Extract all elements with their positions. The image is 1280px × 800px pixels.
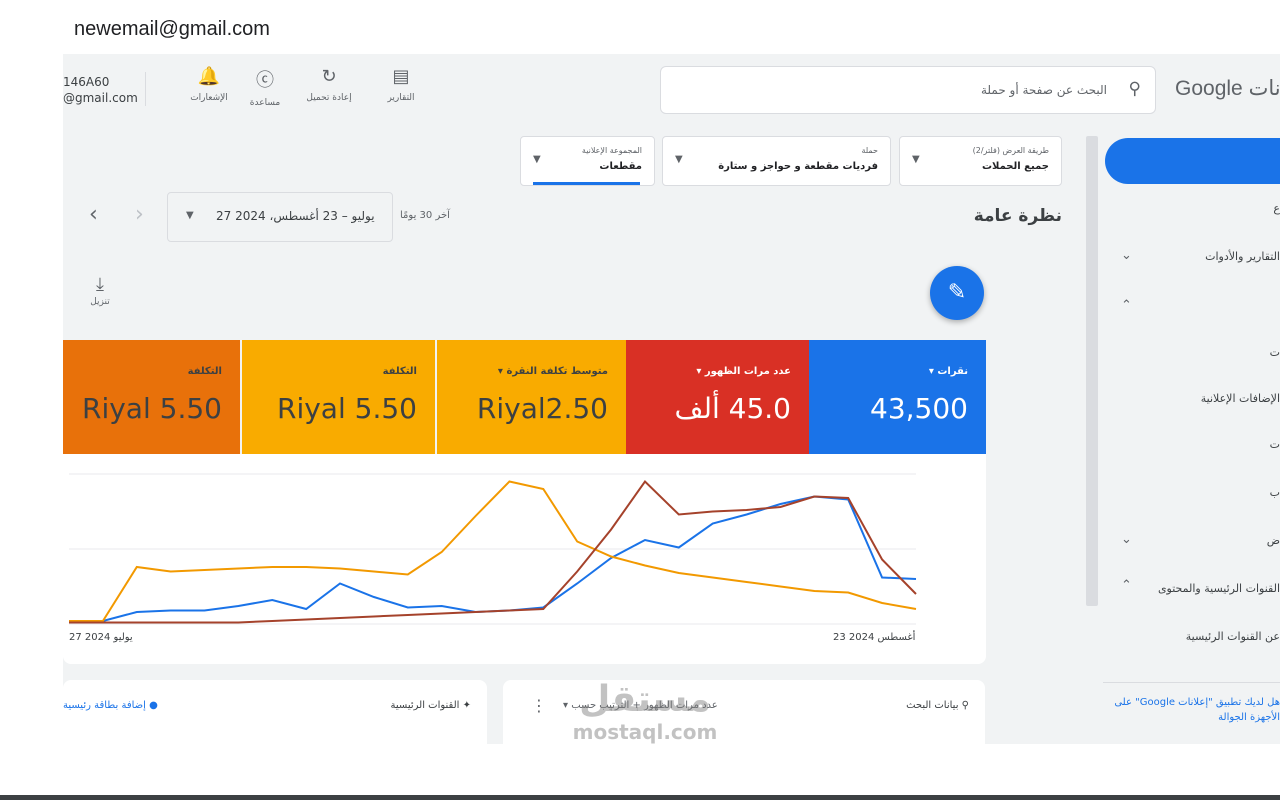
campaign-filter-label: حملة: [861, 146, 878, 155]
watermark: مستقل mostaql.com: [555, 679, 735, 745]
search-icon: ⚲: [1128, 79, 1141, 99]
download-icon: ⤓: [96, 274, 104, 295]
download-button[interactable]: ⤓ تنزيل: [85, 274, 115, 307]
ads-window: 146A60 @gmail.com 🔔 الإشعارات ⓒ مساعدة ↻…: [63, 54, 1280, 744]
account-divider: [145, 72, 146, 106]
nav-item-about-channels[interactable]: عن القنوات الرئيسية: [1186, 630, 1280, 643]
metric-card-clicks[interactable]: نقرات ▾ 43,500: [809, 340, 986, 454]
nav-item-1[interactable]: ع: [1273, 202, 1280, 215]
mobile-app-link[interactable]: هل لديك تطبيق "إعلانات Google" على الأجه…: [1110, 695, 1280, 725]
refresh-icon: ↻: [321, 66, 337, 87]
next-period-button[interactable]: ›: [135, 202, 144, 227]
pencil-icon: ✎: [947, 280, 967, 305]
metric-value: Riyal2.50: [476, 392, 608, 425]
nav-item-5[interactable]: ت: [1270, 438, 1280, 451]
metric-card-avg-cpc[interactable]: متوسط تكلفة النقرة ▾ Riyal2.50: [437, 340, 626, 454]
view-filter-value: جميع الحملات: [981, 161, 1049, 172]
adgroup-underline: [533, 182, 640, 185]
google-ads-logo: Google اعلانات: [1175, 77, 1280, 100]
adgroup-filter-label: المجموعة الإعلانية: [581, 146, 642, 155]
metric-value: 43,500: [870, 392, 968, 425]
adgroup-filter[interactable]: المجموعة الإعلانية مقطعات ▼: [520, 136, 655, 186]
metric-card-cost[interactable]: التكلفة Riyal 5.50: [242, 340, 435, 454]
metric-value: Riyal 5.50: [82, 392, 222, 425]
x-axis-start-label: 27 يوليو 2024: [69, 632, 133, 643]
adgroup-filter-value: مقطعات: [599, 161, 642, 172]
date-range-value: 27 يوليو – 23 أغسطس، 2024: [216, 209, 375, 223]
more-menu-icon[interactable]: ⋮: [531, 696, 547, 715]
dropdown-arrow-icon: ▼: [533, 154, 541, 165]
chevron-down-icon[interactable]: ⌄: [1121, 532, 1132, 547]
nav-item-6[interactable]: ب: [1270, 486, 1280, 499]
view-filter-label: طريقة العرض (فلتر/2): [972, 146, 1049, 155]
dropdown-arrow-icon: ▼: [912, 154, 920, 165]
channels-title: القنوات الرئيسية ✦: [390, 700, 471, 711]
metric-label: نقرات ▾: [928, 366, 968, 377]
edit-fab-button[interactable]: ✎: [930, 266, 984, 320]
x-axis-end-label: 23 أغسطس 2024: [833, 632, 916, 643]
reports-icon: ▤: [392, 66, 410, 87]
help-button[interactable]: ⓒ مساعدة: [235, 66, 295, 108]
search-placeholder: البحث عن صفحة أو حملة: [980, 83, 1107, 97]
notifications-button[interactable]: 🔔 الإشعارات: [179, 66, 239, 103]
help-label: مساعدة: [249, 98, 281, 108]
prev-period-button[interactable]: ‹: [89, 202, 98, 227]
series-line-0: [69, 495, 917, 622]
metric-card-impressions[interactable]: عدد مرات الظهور ▾ 45.0 ألف: [626, 340, 809, 454]
date-range-label: آخر 30 يومًا: [400, 210, 450, 221]
side-nav: ع التقارير والأدوات ⌄ ⌃ ت الإضافات الإعل…: [1086, 130, 1280, 744]
add-circle-icon: ●: [149, 700, 158, 711]
account-id: 146A60: [63, 75, 110, 89]
refresh-button[interactable]: ↻ إعادة تحميل: [299, 66, 359, 103]
nav-item-3[interactable]: ت: [1270, 346, 1280, 359]
date-range-picker[interactable]: 27 يوليو – 23 أغسطس، 2024 ▼: [167, 192, 393, 242]
view-filter[interactable]: طريقة العرض (فلتر/2) جميع الحملات ▼: [899, 136, 1062, 186]
help-icon: ⓒ: [256, 70, 274, 91]
search-icon: ⚲: [961, 700, 969, 711]
download-label: تنزيل: [90, 297, 110, 307]
watermark-arabic: مستقل: [579, 679, 711, 720]
metric-value: 45.0 ألف: [674, 392, 791, 425]
bell-icon: 🔔: [197, 66, 221, 87]
metric-label: التكلفة: [187, 366, 222, 377]
nav-scrollbar[interactable]: [1086, 136, 1098, 606]
account-email: @gmail.com: [63, 91, 138, 105]
campaign-filter-value: فرديات مقطعة و حواجز و ستارة: [718, 161, 878, 172]
add-card-button[interactable]: إضافة بطاقة رئيسية ●: [63, 700, 158, 711]
page-title: نظرة عامة: [973, 206, 1062, 226]
search-terms-title: بيانات البحث ⚲: [906, 700, 969, 711]
nav-item-7[interactable]: ض: [1267, 534, 1280, 547]
nav-item-extensions[interactable]: الإضافات الإعلانية: [1201, 392, 1280, 405]
notifications-label: الإشعارات: [190, 93, 228, 103]
channels-card: القنوات الرئيسية ✦ إضافة بطاقة رئيسية ●: [63, 680, 487, 744]
metric-label: التكلفة: [382, 366, 417, 377]
metric-card-cost-2[interactable]: التكلفة Riyal 5.50: [63, 340, 240, 454]
metric-label: متوسط تكلفة النقرة ▾: [497, 366, 608, 377]
watermark-url: mostaql.com: [572, 720, 718, 744]
dropdown-arrow-icon: ▼: [675, 154, 683, 165]
campaign-filter[interactable]: حملة فرديات مقطعة و حواجز و ستارة ▼: [662, 136, 891, 186]
chevron-up-icon[interactable]: ⌃: [1121, 578, 1132, 593]
search-box[interactable]: ⚲ البحث عن صفحة أو حملة: [660, 66, 1156, 114]
nav-item-reports-tools[interactable]: التقارير والأدوات: [1205, 250, 1280, 263]
metric-value: Riyal 5.50: [277, 392, 417, 425]
nav-divider: [1103, 682, 1280, 683]
refresh-label: إعادة تحميل: [306, 93, 352, 103]
top-bar: 146A60 @gmail.com 🔔 الإشعارات ⓒ مساعدة ↻…: [63, 54, 1280, 130]
header-email: newemail@gmail.com: [74, 18, 270, 40]
bottom-edge: [0, 795, 1280, 800]
nav-item-channels-content[interactable]: القنوات الرئيسية والمحتوى: [1158, 582, 1280, 595]
nav-active-item[interactable]: [1105, 138, 1280, 184]
reports-label: التقارير: [387, 93, 415, 103]
chevron-up-icon[interactable]: ⌃: [1121, 298, 1132, 313]
dropdown-arrow-icon: ▼: [186, 210, 194, 221]
channels-icon: ✦: [462, 700, 471, 711]
reports-button[interactable]: ▤ التقارير: [371, 66, 431, 103]
account-info[interactable]: 146A60 @gmail.com: [63, 72, 146, 106]
metric-label: عدد مرات الظهور ▾: [696, 366, 791, 377]
chevron-down-icon[interactable]: ⌄: [1121, 248, 1132, 263]
